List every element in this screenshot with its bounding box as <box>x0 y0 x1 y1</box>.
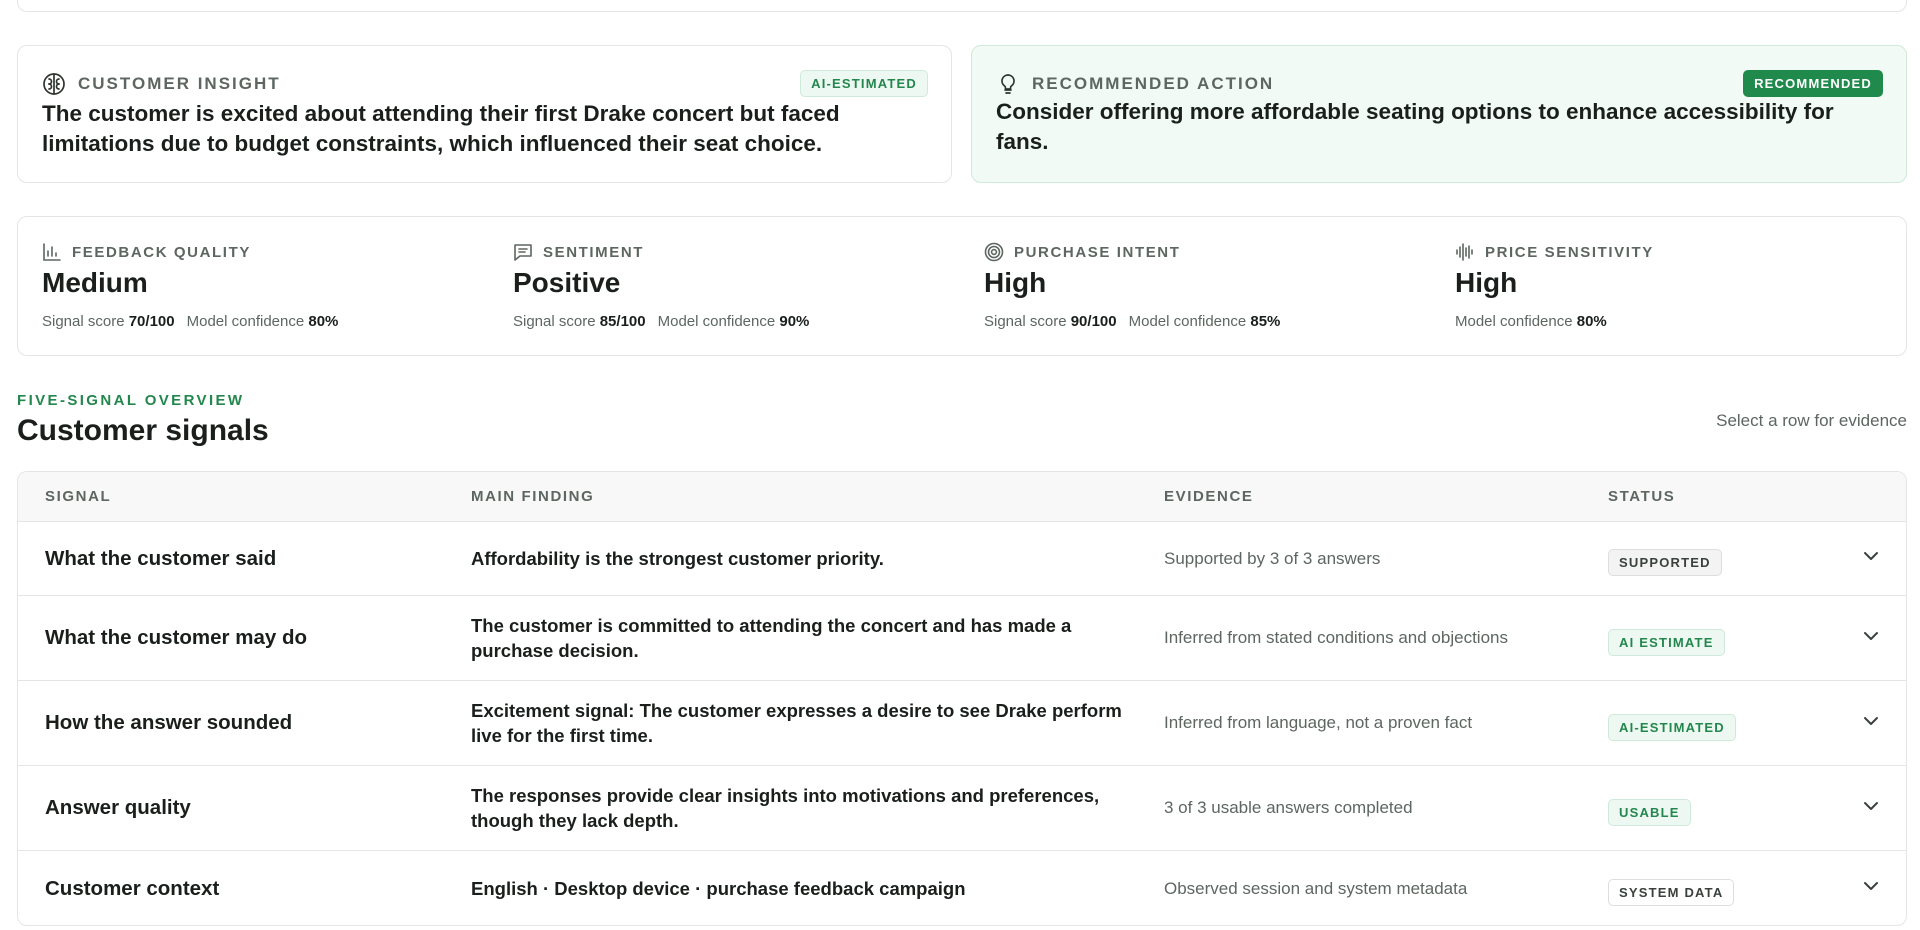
recommended-action-card: RECOMMENDED ACTION RECOMMENDED Consider … <box>971 45 1907 183</box>
table-row[interactable]: What the customer may do The customer is… <box>18 596 1906 681</box>
table-header: SIGNAL MAIN FINDING EVIDENCE STATUS <box>18 472 1906 522</box>
row-evidence: Inferred from language, not a proven fac… <box>1164 713 1473 732</box>
expand-row-button[interactable] <box>1856 681 1886 765</box>
metric-price-sensitivity: PRICE SENSITIVITY High Model confidence … <box>1431 217 1907 357</box>
column-header-evidence: EVIDENCE <box>1164 488 1254 505</box>
section-title: Customer signals <box>17 414 269 447</box>
metric-value: Positive <box>513 267 621 298</box>
chevron-down-icon <box>1862 877 1880 900</box>
status-badge: AI-ESTIMATED <box>1608 713 1736 741</box>
row-evidence: Observed session and system metadata <box>1164 878 1468 898</box>
metric-value: High <box>1455 267 1518 298</box>
section-eyebrow: FIVE-SIGNAL OVERVIEW <box>17 392 245 409</box>
row-signal: What the customer said <box>45 546 277 570</box>
customer-insight-card: CUSTOMER INSIGHT AI-ESTIMATED The custom… <box>17 45 952 183</box>
customer-insight-header: CUSTOMER INSIGHT <box>42 72 281 96</box>
metric-value: High <box>984 267 1047 298</box>
metric-feedback-quality: FEEDBACK QUALITY Medium Signal score 70/… <box>18 217 488 357</box>
metric-details: Signal score 90/100 Model confidence 85% <box>984 313 1281 330</box>
section-hint: Select a row for evidence <box>1716 411 1907 430</box>
status-badge: SYSTEM DATA <box>1608 879 1735 906</box>
metric-details: Signal score 85/100 Model confidence 90% <box>513 313 810 330</box>
waveform-icon <box>1455 242 1475 262</box>
signals-table: SIGNAL MAIN FINDING EVIDENCE STATUS What… <box>17 471 1907 926</box>
metrics-card: FEEDBACK QUALITY Medium Signal score 70/… <box>17 216 1907 356</box>
metric-label: SENTIMENT <box>543 243 645 261</box>
model-confidence: 80% <box>1576 313 1607 330</box>
expand-row-button[interactable] <box>1856 851 1886 925</box>
table-row[interactable]: What the customer said Affordability is … <box>18 522 1906 596</box>
row-signal: Answer quality <box>45 796 191 819</box>
row-evidence: Inferred from stated conditions and obje… <box>1164 628 1508 647</box>
row-evidence: 3 of 3 usable answers completed <box>1164 798 1413 817</box>
table-row[interactable]: Customer context English · Desktop devic… <box>18 851 1906 925</box>
row-signal: How the answer sounded <box>45 711 293 734</box>
lightbulb-icon <box>996 72 1020 96</box>
signal-score: 70/100 <box>128 313 175 330</box>
previous-card-edge <box>17 0 1907 12</box>
row-signal: What the customer may do <box>45 626 307 649</box>
metric-label: PURCHASE INTENT <box>1014 243 1181 261</box>
model-confidence: 80% <box>308 313 339 330</box>
row-finding: English · Desktop device · purchase feed… <box>471 878 966 899</box>
column-header-main-finding: MAIN FINDING <box>471 488 595 505</box>
ai-estimated-badge: AI-ESTIMATED <box>800 70 928 97</box>
row-finding: Affordability is the strongest customer … <box>471 548 884 569</box>
column-header-signal: SIGNAL <box>45 488 112 505</box>
recommended-action-text: Consider offering more affordable seatin… <box>996 99 1834 154</box>
expand-row-button[interactable] <box>1856 596 1886 680</box>
signal-score: 90/100 <box>1070 313 1117 330</box>
expand-row-button[interactable] <box>1856 766 1886 850</box>
model-confidence: 85% <box>1250 313 1281 330</box>
row-finding: Excitement signal: The customer expresse… <box>471 700 1122 746</box>
status-badge: SUPPORTED <box>1608 549 1722 576</box>
status-badge: USABLE <box>1608 798 1691 826</box>
chevron-down-icon <box>1862 547 1880 570</box>
row-evidence: Supported by 3 of 3 answers <box>1164 548 1381 568</box>
metric-details: Signal score 70/100 Model confidence 80% <box>42 313 339 330</box>
row-finding: The responses provide clear insights int… <box>471 785 1100 831</box>
chevron-down-icon <box>1862 797 1880 820</box>
metric-details: Model confidence 80% <box>1455 313 1607 330</box>
table-row[interactable]: How the answer sounded Excitement signal… <box>18 681 1906 766</box>
target-icon <box>984 242 1004 262</box>
expand-row-button[interactable] <box>1856 522 1886 595</box>
table-row[interactable]: Answer quality The responses provide cle… <box>18 766 1906 851</box>
row-signal: Customer context <box>45 876 220 900</box>
bar-chart-icon <box>42 242 62 262</box>
metric-label: FEEDBACK QUALITY <box>72 243 251 261</box>
metric-value: Medium <box>42 267 148 298</box>
customer-insight-label: CUSTOMER INSIGHT <box>78 74 281 93</box>
recommended-action-header: RECOMMENDED ACTION <box>996 72 1274 96</box>
recommended-badge: RECOMMENDED <box>1743 70 1883 97</box>
metric-sentiment: SENTIMENT Positive Signal score 85/100 Mo… <box>489 217 959 357</box>
recommended-action-label: RECOMMENDED ACTION <box>1032 74 1275 93</box>
customer-insight-text: The customer is excited about attending … <box>42 101 840 156</box>
metric-purchase-intent: PURCHASE INTENT High Signal score 90/100… <box>960 217 1430 357</box>
column-header-status: STATUS <box>1608 488 1676 505</box>
chevron-down-icon <box>1862 712 1880 735</box>
model-confidence: 90% <box>779 313 810 330</box>
row-finding: The customer is committed to attending t… <box>471 615 1072 661</box>
status-badge: AI ESTIMATE <box>1608 628 1725 656</box>
metric-label: PRICE SENSITIVITY <box>1485 243 1654 261</box>
brain-icon <box>42 72 66 96</box>
chevron-down-icon <box>1862 627 1880 650</box>
message-icon <box>513 242 533 262</box>
signal-score: 85/100 <box>599 313 646 330</box>
